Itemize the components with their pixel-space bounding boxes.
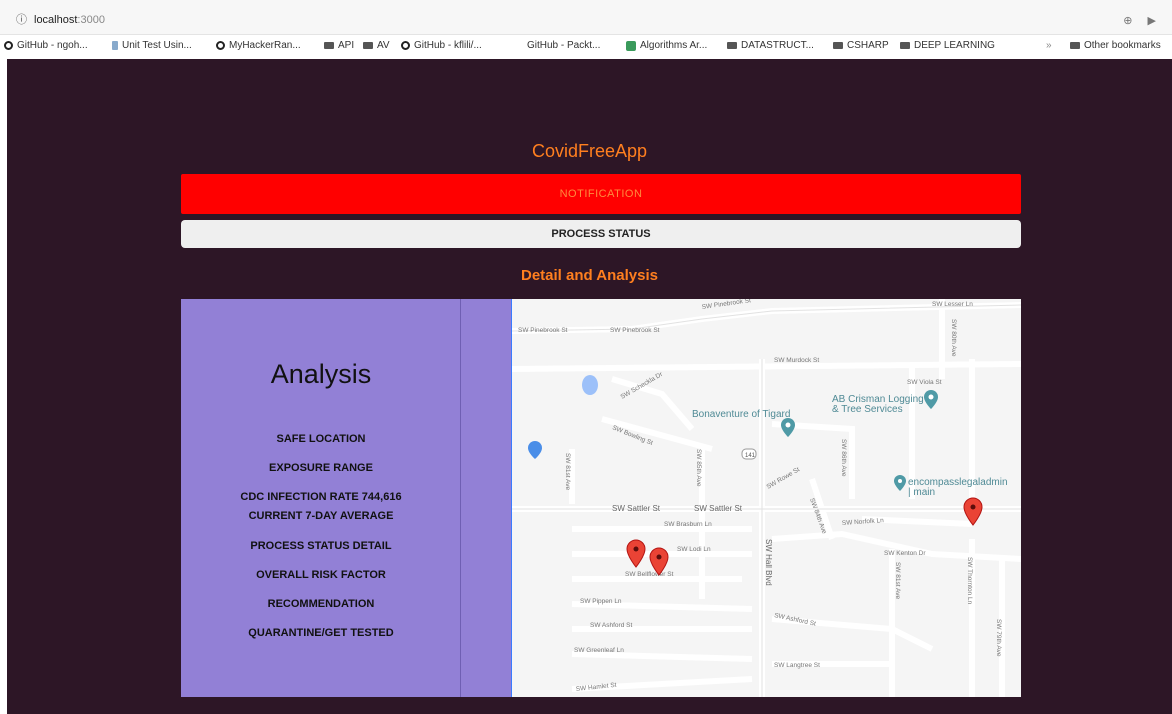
bookmark-api-folder[interactable]: API bbox=[324, 40, 354, 51]
map-roads bbox=[512, 299, 1021, 697]
place-label-encompass: encompasslegaladmin | main bbox=[908, 477, 1008, 498]
safe-location-label: SAFE LOCATION bbox=[276, 433, 366, 445]
map-pond bbox=[582, 375, 598, 395]
bookmark-github-ngoh[interactable]: GitHub - ngoh... bbox=[4, 40, 88, 51]
map-street-label: SW 80th Ave bbox=[950, 319, 957, 357]
bookmark-deep-learning-folder[interactable]: DEEP LEARNING bbox=[900, 40, 995, 51]
github-icon bbox=[4, 41, 13, 50]
bookmark-myhackerrank[interactable]: MyHackerRan... bbox=[216, 40, 301, 51]
algorithms-icon bbox=[626, 40, 636, 51]
map-view[interactable]: SW Pinebrook St SW Pinebrook St SW Pineb… bbox=[512, 299, 1021, 697]
bookmark-csharp-folder[interactable]: CSHARP bbox=[833, 40, 889, 51]
map-street-label: SW Murdock St bbox=[774, 357, 819, 364]
folder-icon bbox=[833, 42, 843, 49]
exposure-range-label: EXPOSURE RANGE bbox=[269, 462, 373, 474]
location-marker-icon bbox=[626, 539, 646, 568]
folder-icon bbox=[900, 42, 910, 49]
url-text[interactable]: localhost:3000 bbox=[34, 14, 105, 26]
map-street-label: SW Viola St bbox=[907, 379, 942, 386]
zoom-and-share-icons[interactable]: ⊕ ▶ bbox=[1123, 14, 1162, 27]
bookmark-av-folder[interactable]: AV bbox=[363, 40, 390, 51]
folder-icon bbox=[324, 42, 334, 49]
map-street-label: SW Lesser Ln bbox=[932, 301, 973, 308]
map-street-label: SW Norfolk Ln bbox=[842, 517, 885, 527]
map-street-label: SW Pinebrook St bbox=[518, 327, 568, 334]
github-icon bbox=[216, 41, 225, 50]
map-street-label: SW Bellflower St bbox=[625, 571, 674, 578]
browser-url-bar[interactable]: ⓘ localhost:3000 ⊕ ▶ bbox=[0, 0, 1172, 35]
map-street-label: SW Brasburn Ln bbox=[664, 521, 712, 528]
map-street-label: SW Sattler St bbox=[694, 504, 743, 513]
map-street-label: SW Rowe St bbox=[766, 466, 802, 491]
map-street-label: SW 81st Ave bbox=[894, 562, 901, 599]
cdc-infection-rate-label: CDC INFECTION RATE 744,616 bbox=[240, 491, 402, 503]
quarantine-get-tested-label: QUARANTINE/GET TESTED bbox=[248, 627, 394, 639]
map-street-label: SW Greenleaf Ln bbox=[574, 647, 624, 654]
bookmark-other-bookmarks[interactable]: Other bookmarks bbox=[1070, 40, 1161, 51]
map-street-label: SW Hamlet St bbox=[575, 682, 617, 693]
map-street-label: SW Ashford St bbox=[590, 622, 632, 629]
map-street-label: SW 81st Ave bbox=[564, 453, 571, 490]
seven-day-average-label: CURRENT 7-DAY AVERAGE bbox=[248, 510, 394, 522]
bookmarks-bar: GitHub - ngoh... Unit Test Usin... MyHac… bbox=[0, 38, 1172, 56]
bookmark-datastruct-folder[interactable]: DATASTRUCT... bbox=[727, 40, 814, 51]
map-street-label: SW Lodi Ln bbox=[677, 546, 711, 553]
map-street-label: SW 79th Ave bbox=[995, 619, 1002, 657]
app-container: CovidFreeApp NOTIFICATION PROCESS STATUS… bbox=[7, 59, 1172, 714]
analysis-title: Analysis bbox=[270, 359, 372, 389]
bookmark-algorithms[interactable]: Algorithms Ar... bbox=[626, 40, 707, 51]
page-icon bbox=[112, 41, 118, 50]
app-title: CovidFreeApp bbox=[531, 141, 648, 161]
map-street-label: SW Pippen Ln bbox=[580, 598, 622, 605]
bookmark-github-packt[interactable]: GitHub - Packt... bbox=[527, 40, 600, 51]
bookmark-unit-test[interactable]: Unit Test Usin... bbox=[112, 40, 192, 51]
map-street-label: SW Hall Blvd bbox=[764, 539, 773, 586]
folder-icon bbox=[1070, 42, 1080, 49]
map-street-label: SW Thornton Ln bbox=[966, 557, 973, 605]
map-street-label: SW Pinebrook St bbox=[701, 299, 751, 311]
process-status-detail-label: PROCESS STATUS DETAIL bbox=[250, 540, 392, 552]
route-shield-label: 141 bbox=[745, 453, 756, 459]
map-street-label: SW 85th Ave bbox=[695, 449, 702, 487]
map-street-label: SW Pinebrook St bbox=[610, 327, 660, 334]
folder-icon bbox=[727, 42, 737, 49]
shop-pin-icon bbox=[528, 441, 542, 459]
map-street-label: SW Kenton Dr bbox=[884, 550, 926, 557]
process-status-button[interactable]: PROCESS STATUS bbox=[181, 220, 1021, 248]
map-street-label: SW Sattler St bbox=[612, 504, 661, 513]
overall-risk-factor-label: OVERALL RISK FACTOR bbox=[256, 569, 386, 581]
folder-icon bbox=[363, 42, 373, 49]
site-info-icon[interactable]: ⓘ bbox=[16, 11, 27, 27]
map-street-label: SW Langtree St bbox=[774, 662, 820, 669]
map-canvas[interactable]: SW Pinebrook St SW Pinebrook St SW Pineb… bbox=[512, 299, 1021, 697]
bookmarks-overflow-chevron-icon[interactable]: » bbox=[1046, 40, 1052, 51]
recommendation-label: RECOMMENDATION bbox=[267, 598, 375, 610]
place-label-bonaventure: Bonaventure of Tigard bbox=[692, 409, 790, 420]
github-icon bbox=[401, 41, 410, 50]
map-street-label: SW Ashford St bbox=[774, 612, 817, 628]
section-title: Detail and Analysis bbox=[521, 267, 658, 284]
analysis-panel: Analysis SAFE LOCATION EXPOSURE RANGE CD… bbox=[181, 299, 513, 697]
bookmark-github-kflili[interactable]: GitHub - kflili/... bbox=[401, 40, 482, 51]
notification-button[interactable]: NOTIFICATION bbox=[181, 174, 1021, 214]
map-street-label: SW 86th Ave bbox=[840, 439, 847, 477]
